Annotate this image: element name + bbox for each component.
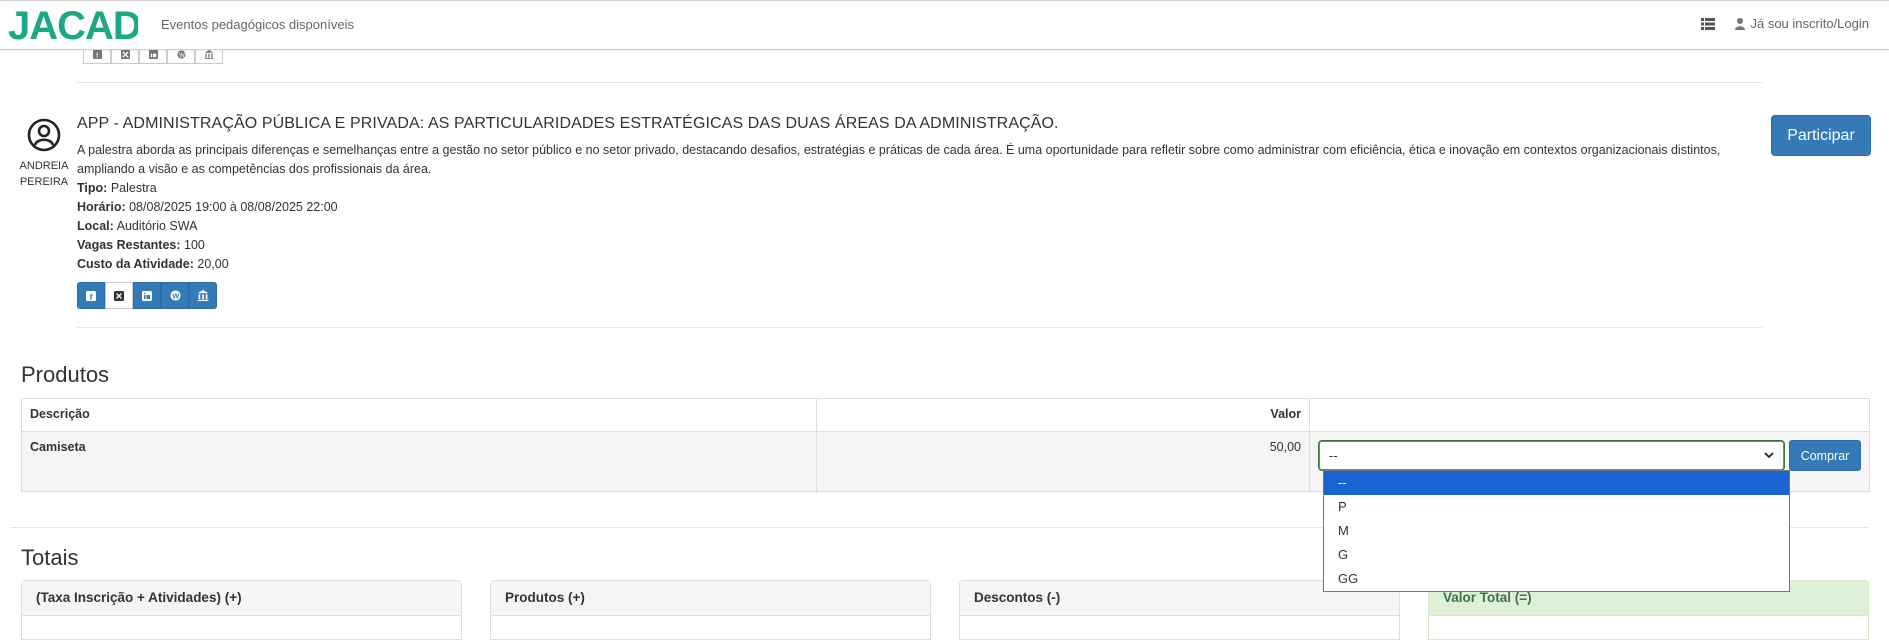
event-tipo: Tipo: Palestra [77,179,1762,198]
local-label: Local: [77,219,114,233]
panel-produtos-title: Produtos (+) [491,581,930,616]
header-valor: Valor [815,398,1311,432]
vagas-value: 100 [184,238,205,252]
facebook-icon: f [86,290,96,301]
share-x-button[interactable] [105,282,133,309]
table-header-row: Descrição Valor [21,398,1870,432]
product-value: 50,00 [815,431,1311,492]
linkedin-icon [142,290,152,301]
divider [77,327,1762,328]
product-name: Camiseta [21,431,817,492]
vagas-label: Vagas Restantes: [77,238,181,252]
divider [77,82,1762,83]
share-linkedin-button[interactable] [133,282,161,309]
size-select-value: -- [1329,448,1338,463]
speaker-last-name: PEREIRA [19,176,69,188]
size-option[interactable]: GG [1324,567,1789,591]
panel-produtos: Produtos (+) [490,580,931,640]
user-icon [1735,17,1746,30]
header-descricao: Descrição [21,398,817,432]
event-vagas: Vagas Restantes: 100 [77,236,1762,255]
size-option[interactable]: -- [1324,471,1789,495]
event-local: Local: Auditório SWA [77,217,1762,236]
wordpress-icon: W [169,290,181,301]
panel-taxa: (Taxa Inscrição + Atividades) (+) [21,580,462,640]
svg-text:W: W [178,52,184,59]
custo-value: 20,00 [197,257,229,271]
size-dropdown-list: -- P M G GG [1323,470,1790,592]
size-option[interactable]: M [1324,519,1789,543]
custo-label: Custo da Atividade: [77,257,194,271]
size-option[interactable]: P [1324,495,1789,519]
svg-text:JACAD: JACAD [8,5,138,45]
horario-label: Horário: [77,200,126,214]
speaker-info: ANDREIA PEREIRA [18,118,70,190]
x-twitter-icon [114,290,124,301]
event-details: APP - ADMINISTRAÇÃO PÚBLICA E PRIVADA: A… [77,115,1762,309]
svg-text:f: f [96,51,98,59]
share-buttons: f W [77,282,1762,309]
comprar-button[interactable]: Comprar [1789,440,1861,471]
share-wordpress-button[interactable]: W [161,282,189,309]
panel-taxa-title: (Taxa Inscrição + Atividades) (+) [22,581,461,616]
user-circle-icon [27,118,61,152]
event-title: APP - ADMINISTRAÇÃO PÚBLICA E PRIVADA: A… [77,115,1059,132]
svg-text:W: W [172,292,180,301]
tipo-label: Tipo: [77,181,108,195]
institution-icon [197,290,209,301]
local-value: Auditório SWA [116,219,198,233]
size-option[interactable]: G [1324,543,1789,567]
login-link-label: Já sou inscrito/Login [1750,16,1869,31]
size-select[interactable]: -- [1318,440,1785,471]
products-title: Produtos [21,362,110,387]
list-menu-icon[interactable] [1701,17,1716,30]
login-link[interactable]: Já sou inscrito/Login [1735,16,1869,31]
nav-events-link[interactable]: Eventos pedagógicos disponíveis [161,17,354,32]
svg-text:f: f [90,292,93,301]
participar-button[interactable]: Participar [1771,115,1871,156]
event-horario: Horário: 08/08/2025 19:00 à 08/08/2025 2… [77,198,1762,217]
event-description: A palestra aborda as principais diferenç… [77,143,1721,176]
share-facebook-button[interactable]: f [77,282,105,309]
tipo-value: Palestra [110,181,157,195]
header-actions [1309,398,1870,432]
top-navbar: JACAD Eventos pedagógicos disponíveis Já… [0,0,1889,50]
jacad-logo-graphic: JACAD [8,4,142,48]
totals-title: Totais [21,545,79,570]
jacad-logo[interactable]: JACAD [8,4,142,48]
horario-value: 08/08/2025 19:00 à 08/08/2025 22:00 [129,200,338,214]
event-custo: Custo da Atividade: 20,00 [77,255,1762,274]
share-institution-button[interactable] [189,282,217,309]
chevron-down-icon [1764,452,1774,459]
speaker-first-name: ANDREIA [19,160,69,172]
